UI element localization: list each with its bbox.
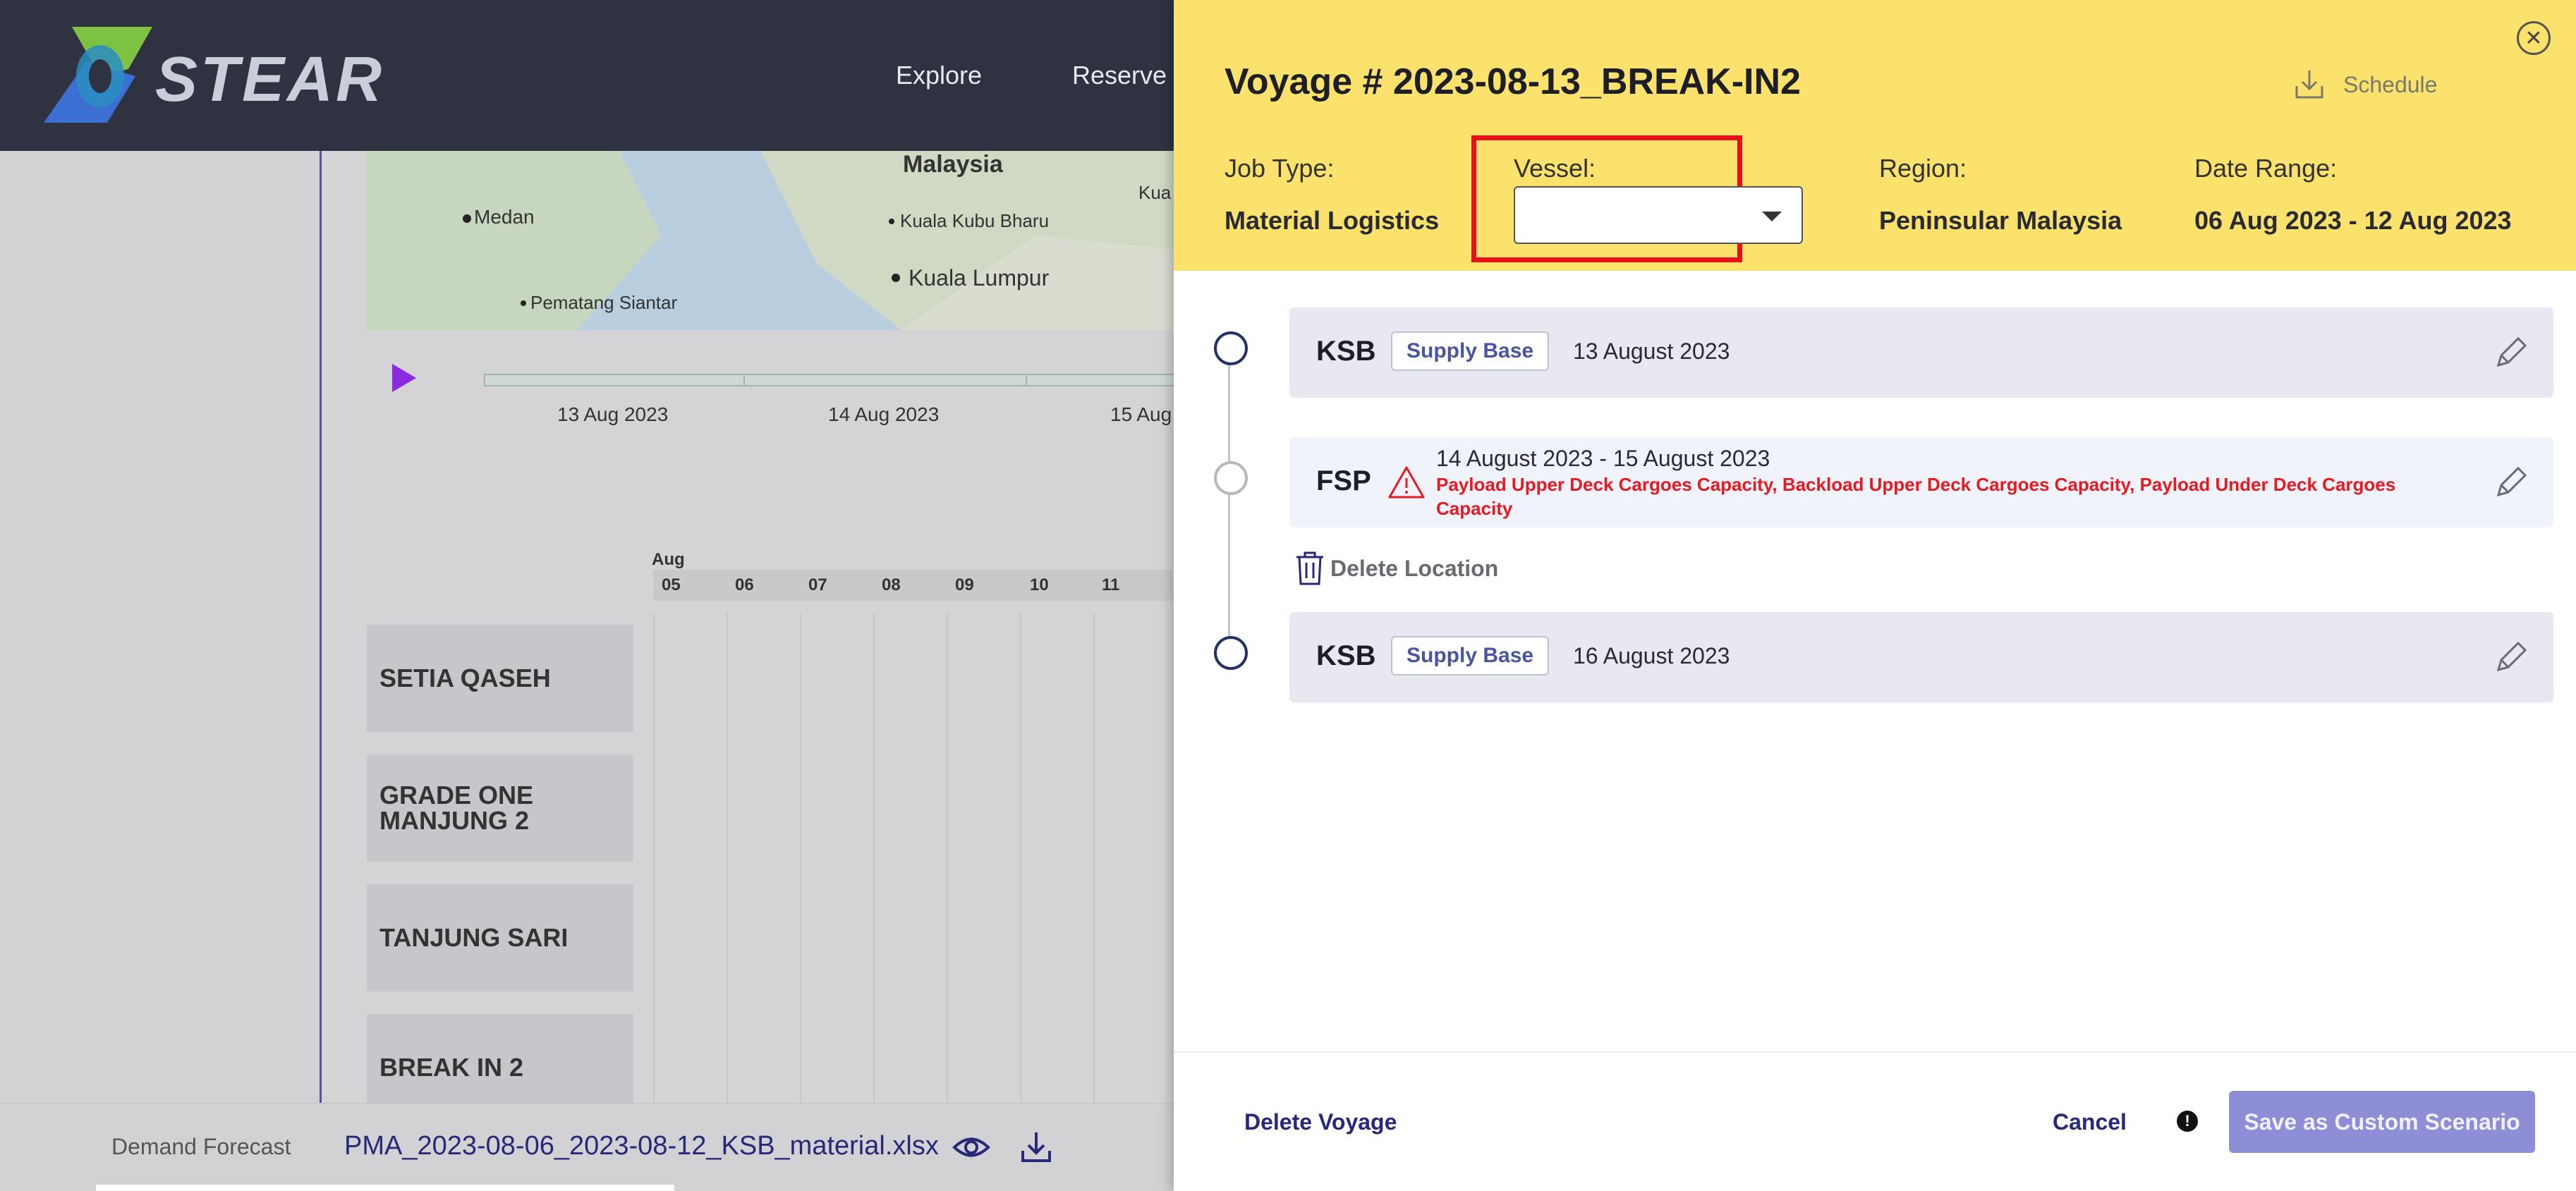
map-label-kuala-lumpur: Kuala Lumpur	[909, 265, 1050, 291]
stop-date: 13 August 2023	[1573, 338, 1730, 364]
gantt-row-label[interactable]: SETIA QASEH	[367, 625, 633, 732]
gantt-header	[653, 570, 1177, 601]
gantt-day: 07	[808, 575, 827, 594]
drawer-footer: Delete Voyage Cancel ! Save as Custom Sc…	[1174, 1051, 2576, 1191]
stear-logo-icon	[44, 27, 152, 123]
forecast-file-link[interactable]: PMA_2023-08-06_2023-08-12_KSB_material.x…	[344, 1131, 939, 1161]
gantt-day: 10	[1030, 575, 1049, 594]
schedule-label: Schedule	[2343, 71, 2438, 97]
left-sidebar	[0, 151, 322, 1191]
map-city-dot	[889, 219, 894, 224]
stop-date-range: 14 August 2023 - 15 August 2023	[1436, 446, 1770, 471]
stop-card[interactable]: KSB Supply Base 16 August 2023	[1289, 612, 2553, 702]
stop-node	[1214, 331, 1248, 365]
demand-forecast-label: Demand Forecast	[111, 1134, 291, 1159]
save-custom-scenario-button[interactable]: Save as Custom Scenario	[2229, 1091, 2535, 1153]
timeline-date: 13 Aug 2023	[557, 403, 669, 425]
gantt-gridline	[947, 613, 948, 1107]
supply-base-tag: Supply Base	[1391, 636, 1550, 676]
gantt-gridline	[873, 613, 875, 1107]
delete-voyage-button[interactable]: Delete Voyage	[1244, 1109, 1397, 1135]
timeline-track[interactable]	[484, 374, 1177, 386]
itinerary-connector	[1228, 353, 1230, 652]
job-type-label: Job Type:	[1225, 154, 1335, 183]
gantt-day: 09	[955, 575, 974, 594]
cancel-button[interactable]: Cancel	[2053, 1109, 2127, 1135]
vessel-select[interactable]	[1514, 186, 1803, 244]
stop-card[interactable]: FSP 14 August 2023 - 15 August 2023 Payl…	[1289, 437, 2553, 527]
stop-code: KSB	[1316, 640, 1376, 671]
vessel-label: Vessel:	[1514, 154, 1596, 183]
pencil-icon[interactable]	[2491, 333, 2531, 372]
map-city-dot	[463, 214, 471, 223]
map-label-pematang-siantar: Pematang Siantar	[530, 292, 678, 313]
timeline-tick	[743, 375, 745, 385]
schedule-download-button[interactable]: Schedule	[2292, 66, 2437, 103]
stop-card[interactable]: KSB Supply Base 13 August 2023	[1289, 307, 2553, 398]
capacity-error-text: Payload Upper Deck Cargoes Capacity, Bac…	[1436, 474, 2396, 519]
delete-location-label: Delete Location	[1330, 555, 1499, 581]
nav-explore[interactable]: Explore	[896, 61, 982, 90]
gantt-gridline	[653, 613, 655, 1107]
play-icon[interactable]	[392, 364, 416, 392]
job-type-value: Material Logistics	[1225, 206, 1440, 235]
gantt-row-label[interactable]: TANJUNG SARI	[367, 884, 633, 991]
gantt-gridline	[727, 613, 728, 1107]
warning-icon	[1388, 466, 1425, 499]
date-range-value: 06 Aug 2023 - 12 Aug 2023	[2194, 206, 2512, 235]
map-label-partial: Kua	[1138, 182, 1172, 203]
stop-code: FSP	[1316, 465, 1371, 496]
chevron-down-icon	[1762, 212, 1782, 221]
gantt-month: Aug	[652, 550, 685, 569]
download-icon	[2295, 71, 2323, 99]
pencil-icon[interactable]	[2491, 637, 2531, 677]
map-city-dot	[892, 274, 900, 282]
map-label-medan: Medan	[474, 206, 535, 228]
gantt-gridline	[800, 613, 801, 1107]
voyage-drawer: Voyage # 2023-08-13_BREAK-IN2 ✕ Schedule…	[1174, 0, 2576, 1191]
drawer-header: Voyage # 2023-08-13_BREAK-IN2 ✕ Schedule…	[1174, 0, 2576, 271]
gantt-day: 06	[735, 575, 754, 594]
region-value: Peninsular Malaysia	[1879, 206, 2122, 235]
logo-text: STEAR	[155, 44, 385, 115]
stop-node	[1214, 461, 1248, 495]
stop-code: KSB	[1316, 336, 1376, 367]
stop-node	[1214, 636, 1248, 670]
timeline-date: 14 Aug 2023	[828, 403, 940, 425]
pencil-icon[interactable]	[2491, 463, 2531, 502]
region-label: Region:	[1879, 154, 1967, 183]
map-label-malaysia: Malaysia	[903, 151, 1003, 178]
trash-icon	[1296, 551, 1323, 585]
bottom-tab-indicator	[96, 1185, 674, 1191]
gantt-day: 05	[662, 575, 681, 594]
delete-location-button[interactable]: Delete Location	[1294, 550, 1498, 587]
nav-reserve[interactable]: Reserve	[1072, 61, 1167, 90]
info-icon[interactable]: !	[2177, 1111, 2198, 1132]
map-label-kuala-kubu-bharu: Kuala Kubu Bharu	[900, 210, 1050, 231]
gantt-row-label[interactable]: GRADE ONE MANJUNG 2	[367, 755, 633, 862]
download-icon[interactable]	[1017, 1128, 1055, 1166]
gantt-gridline	[1020, 613, 1021, 1107]
eye-icon[interactable]	[952, 1128, 990, 1166]
close-icon[interactable]: ✕	[2517, 21, 2551, 55]
supply-base-tag: Supply Base	[1391, 331, 1550, 371]
gantt-day: 08	[882, 575, 901, 594]
map-view[interactable]: Malaysia Medan Kuala Kubu Bharu Kuala Lu…	[365, 151, 1177, 330]
stop-date: 16 August 2023	[1573, 643, 1730, 668]
gantt-gridline	[1093, 613, 1095, 1107]
voyage-title: Voyage # 2023-08-13_BREAK-IN2	[1225, 61, 1801, 102]
gantt-day: 11	[1102, 575, 1120, 594]
timeline-tick	[1026, 375, 1027, 385]
timeline-date: 15 Aug	[1110, 403, 1172, 425]
map-terrain	[365, 151, 1177, 330]
date-range-label: Date Range:	[2194, 154, 2338, 183]
map-city-dot	[521, 300, 526, 306]
